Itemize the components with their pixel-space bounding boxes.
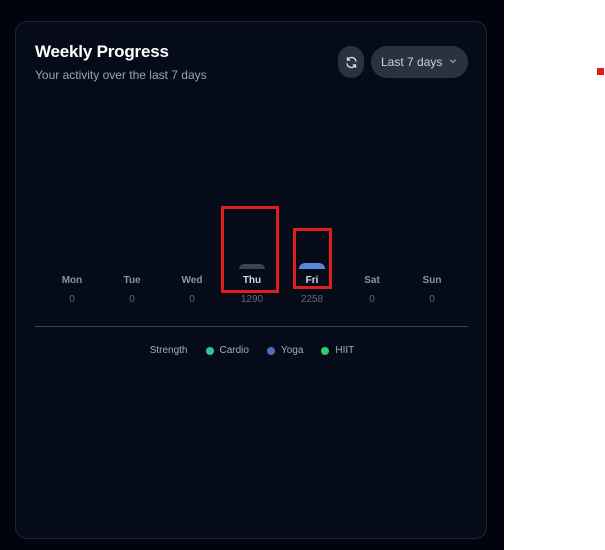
legend-label: Yoga	[280, 345, 304, 356]
day-value-fri: 2258	[300, 294, 324, 305]
day-label-sat: Sat	[364, 275, 380, 286]
day-label-mon: Mon	[61, 275, 83, 286]
legend-item-cardio[interactable]: Cardio	[205, 345, 249, 356]
chart-divider	[35, 326, 468, 327]
day-label-tue: Tue	[123, 275, 141, 286]
day-value-mon: 0	[69, 294, 75, 305]
day-label-sun: Sun	[422, 275, 442, 286]
day-value-sun: 0	[429, 294, 435, 305]
highlight-box-thu	[221, 206, 279, 293]
legend-dot-yoga	[266, 346, 275, 355]
day-value-thu: 1290	[240, 294, 264, 305]
weekly-bar-chart: Mon 0 Tue 0 Wed 0 Thu 1290 Fri 2258 Sat 0 Sun 0	[16, 22, 488, 342]
highlight-box-fri	[293, 228, 332, 289]
legend-label: HIIT	[335, 345, 355, 356]
red-marker	[597, 68, 604, 75]
legend-label: Cardio	[219, 345, 249, 356]
day-value-sat: 0	[369, 294, 375, 305]
day-value-tue: 0	[129, 294, 135, 305]
legend-item-yoga[interactable]: Yoga	[266, 345, 304, 356]
legend-label: Strength	[149, 345, 188, 356]
day-value-wed: 0	[189, 294, 195, 305]
legend-dot-cardio	[205, 346, 214, 355]
chart-legend: Strength Cardio Yoga HIIT	[16, 345, 488, 356]
legend-item-strength[interactable]: Strength	[150, 345, 188, 356]
day-label-wed: Wed	[181, 275, 203, 286]
legend-dot-hiit	[321, 346, 330, 355]
legend-item-hiit[interactable]: HIIT	[321, 345, 354, 356]
